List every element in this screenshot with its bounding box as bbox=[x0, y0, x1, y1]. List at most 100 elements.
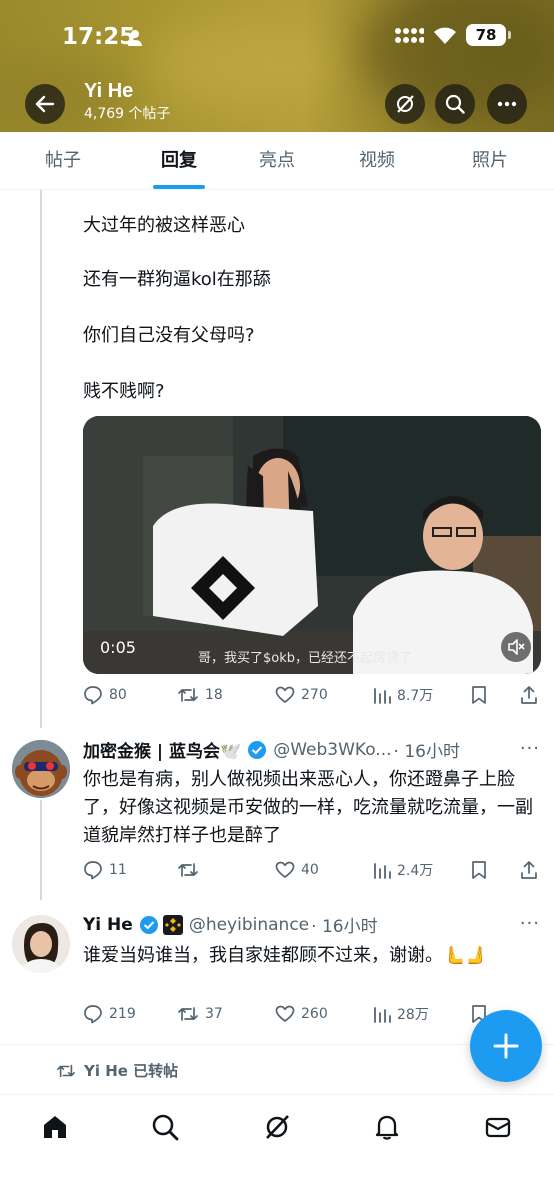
reply-button[interactable]: 80 bbox=[83, 685, 127, 705]
nav-home[interactable] bbox=[37, 1109, 73, 1145]
reply-2-actions: 219 37 260 28万 bbox=[83, 1004, 543, 1028]
plus-icon bbox=[493, 1033, 519, 1059]
post-actions: 80 18 270 8.7万 bbox=[83, 685, 543, 709]
bell-icon bbox=[375, 1115, 399, 1140]
bookmark-icon bbox=[472, 861, 486, 879]
video-player[interactable]: 0:05 哥，我买了$okb，已经还不起房贷了 bbox=[83, 416, 541, 674]
post-line-2: 还有一群狗逼kol在那舔 bbox=[83, 269, 271, 290]
like-count: 270 bbox=[301, 687, 328, 703]
verified-badge-icon bbox=[248, 740, 267, 759]
avatar[interactable] bbox=[12, 740, 70, 798]
bookmark-button[interactable] bbox=[470, 685, 488, 705]
tab-videos[interactable]: 视频 bbox=[334, 132, 420, 190]
nav-grok[interactable] bbox=[259, 1109, 295, 1145]
nav-notifications[interactable] bbox=[369, 1109, 405, 1145]
grok-button[interactable] bbox=[385, 84, 425, 124]
profile-name: Yi He bbox=[84, 80, 134, 102]
thread-line bbox=[40, 190, 42, 728]
thread-line bbox=[40, 800, 42, 900]
heart-icon bbox=[275, 686, 295, 703]
avatar[interactable] bbox=[12, 915, 70, 973]
share-icon bbox=[521, 861, 537, 879]
views-icon bbox=[374, 863, 391, 879]
reply-1-handle[interactable]: @Web3WKo... bbox=[273, 740, 391, 760]
mute-button[interactable] bbox=[501, 632, 531, 662]
mail-icon bbox=[485, 1117, 511, 1138]
like-button[interactable]: 260 bbox=[275, 1004, 328, 1024]
views-button[interactable]: 28万 bbox=[373, 1004, 429, 1024]
post-count: 4,769 个帖子 bbox=[84, 106, 171, 122]
reply-icon bbox=[84, 1005, 102, 1024]
reply-button[interactable]: 11 bbox=[83, 860, 127, 880]
nav-search[interactable] bbox=[147, 1109, 183, 1145]
post-line-3: 你们自己没有父母吗? bbox=[83, 325, 255, 346]
bottom-navigation bbox=[0, 1094, 554, 1200]
tab-replies[interactable]: 回复 bbox=[136, 132, 222, 190]
tab-photos[interactable]: 照片 bbox=[447, 132, 533, 190]
views-button[interactable]: 2.4万 bbox=[373, 860, 433, 880]
more-horizontal-icon bbox=[497, 101, 517, 107]
verified-badge-icon bbox=[139, 915, 158, 934]
retweet-icon bbox=[178, 1007, 198, 1021]
status-bar: 17:25 78 bbox=[0, 18, 554, 58]
active-tab-indicator bbox=[153, 185, 205, 189]
like-count: 40 bbox=[301, 862, 319, 878]
grok-icon bbox=[397, 95, 414, 113]
share-button[interactable] bbox=[519, 860, 539, 880]
wifi-icon bbox=[434, 27, 456, 44]
reply-1-name[interactable]: 加密金猴 | 蓝鸟会🕊️ bbox=[83, 737, 241, 762]
reply-1-header: 加密金猴 | 蓝鸟会🕊️ @Web3WKo... · 16小时 bbox=[83, 737, 460, 763]
heart-icon bbox=[275, 861, 295, 878]
search-icon bbox=[152, 1114, 179, 1141]
reply-button[interactable]: 219 bbox=[83, 1004, 136, 1024]
signal-icon bbox=[395, 28, 424, 43]
retweet-notice-text[interactable]: Yi He 已转帖 bbox=[84, 1060, 178, 1081]
search-icon bbox=[445, 94, 465, 114]
more-button[interactable] bbox=[487, 84, 527, 124]
retweet-notice: Yi He 已转帖 bbox=[56, 1060, 178, 1081]
retweet-button[interactable]: 37 bbox=[177, 1004, 223, 1024]
tab-highlights[interactable]: 亮点 bbox=[234, 132, 320, 190]
video-timestamp: 0:05 bbox=[100, 638, 136, 657]
reply-2-more-icon[interactable]: ··· bbox=[520, 913, 540, 934]
retweet-count: 18 bbox=[205, 687, 223, 703]
reply-2-name[interactable]: Yi He bbox=[83, 915, 133, 935]
grok-icon bbox=[266, 1115, 289, 1139]
status-icons: 78 bbox=[394, 24, 511, 46]
like-button[interactable]: 270 bbox=[275, 685, 328, 705]
monkey-avatar-image bbox=[12, 740, 70, 798]
views-icon bbox=[374, 1007, 391, 1023]
like-button[interactable]: 40 bbox=[275, 860, 319, 880]
share-button[interactable] bbox=[519, 685, 539, 705]
bookmark-button[interactable] bbox=[470, 860, 488, 880]
reply-1-more-icon[interactable]: ··· bbox=[520, 738, 540, 759]
reply-2-time: · 16小时 bbox=[311, 917, 378, 937]
bookmark-icon bbox=[472, 686, 486, 704]
reply-1-actions: 11 40 2.4万 bbox=[83, 860, 543, 884]
video-frame bbox=[83, 416, 541, 674]
back-button[interactable] bbox=[25, 84, 65, 124]
views-button[interactable]: 8.7万 bbox=[373, 685, 433, 705]
like-count: 260 bbox=[301, 1006, 328, 1022]
reply-icon bbox=[84, 686, 102, 705]
post-line-1: 大过年的被这样恶心 bbox=[83, 215, 245, 236]
reply-count: 11 bbox=[109, 862, 127, 878]
compose-button[interactable] bbox=[470, 1010, 542, 1082]
view-count: 8.7万 bbox=[397, 688, 434, 704]
retweet-count: 37 bbox=[205, 1006, 223, 1022]
retweet-icon bbox=[178, 863, 198, 877]
arrow-left-icon bbox=[35, 95, 55, 113]
person-icon bbox=[128, 30, 142, 46]
views-icon bbox=[374, 688, 391, 704]
profile-header: 17:25 78 Yi He 4,769 个帖子 bbox=[0, 0, 554, 132]
retweet-button[interactable] bbox=[177, 860, 205, 880]
reply-2-handle[interactable]: @heyibinance bbox=[189, 915, 309, 935]
post-line-4: 贱不贱啊? bbox=[83, 381, 165, 402]
profile-avatar-image bbox=[12, 915, 70, 973]
share-icon bbox=[521, 686, 537, 704]
retweet-button[interactable]: 18 bbox=[177, 685, 223, 705]
nav-messages[interactable] bbox=[480, 1109, 516, 1145]
reply-icon bbox=[84, 861, 102, 880]
tab-posts[interactable]: 帖子 bbox=[20, 132, 106, 190]
search-button[interactable] bbox=[435, 84, 475, 124]
